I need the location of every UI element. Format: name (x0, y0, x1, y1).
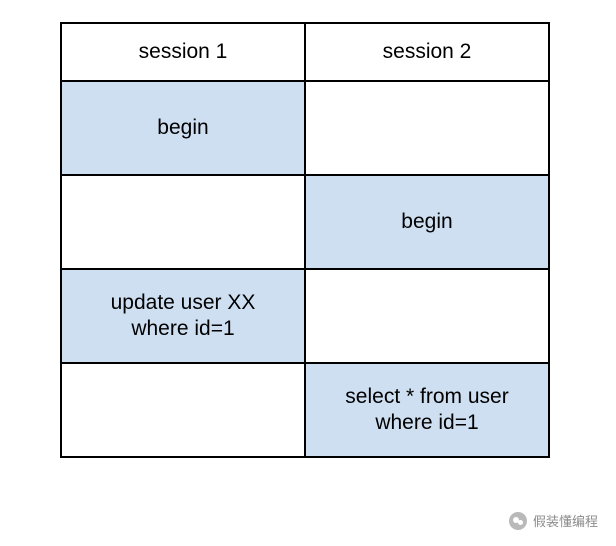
table-row: select * from userwhere id=1 (61, 363, 549, 457)
header-session-1: session 1 (61, 23, 305, 81)
cell-s1-r4 (61, 363, 305, 457)
table: session 1 session 2 begin begin update u… (60, 22, 550, 458)
cell-s2-r1 (305, 81, 549, 175)
table-row: begin (61, 175, 549, 269)
table-row: update user XXwhere id=1 (61, 269, 549, 363)
session-comparison-table: session 1 session 2 begin begin update u… (60, 22, 550, 458)
cell-s1-r1: begin (61, 81, 305, 175)
header-session-2: session 2 (305, 23, 549, 81)
watermark-text: 假装懂编程 (533, 511, 598, 530)
watermark: 假装懂编程 (509, 511, 598, 530)
cell-s1-r3: update user XXwhere id=1 (61, 269, 305, 363)
cell-s2-r2: begin (305, 175, 549, 269)
cell-s2-r4: select * from userwhere id=1 (305, 363, 549, 457)
cell-s2-r3 (305, 269, 549, 363)
cell-s1-r2 (61, 175, 305, 269)
table-header-row: session 1 session 2 (61, 23, 549, 81)
table-row: begin (61, 81, 549, 175)
wechat-icon (509, 512, 527, 530)
